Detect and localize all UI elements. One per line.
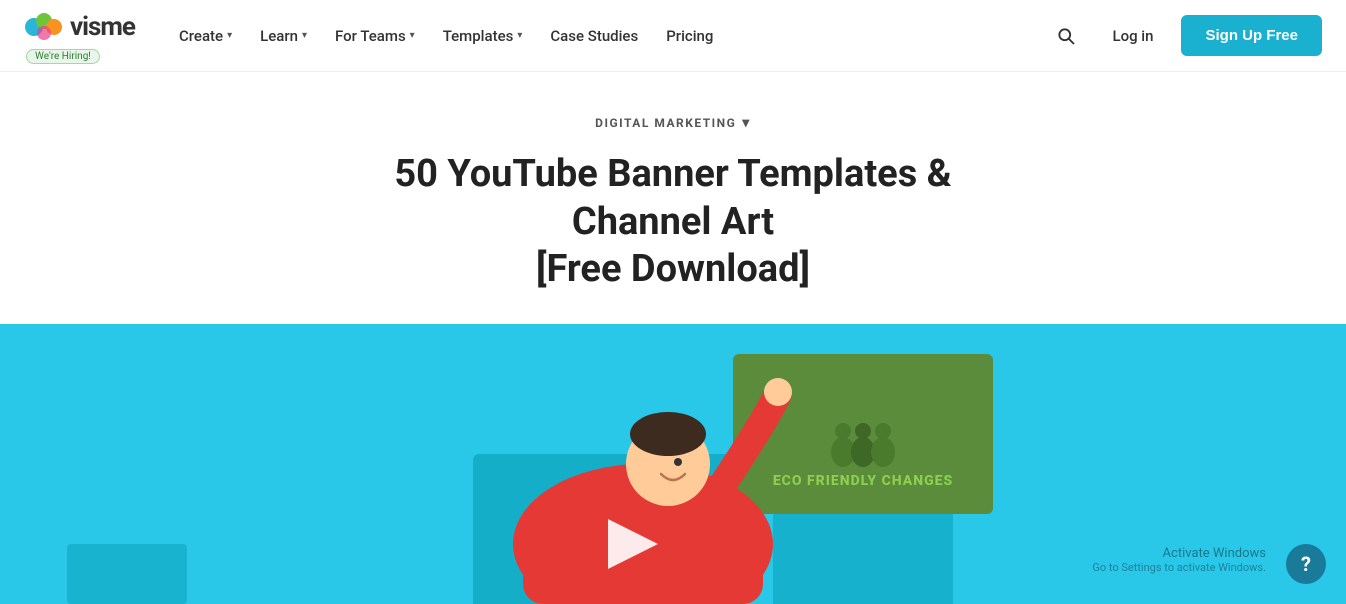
nav-learn[interactable]: Learn ▾ — [248, 19, 319, 53]
activate-windows-notice: Activate Windows Go to Settings to activ… — [1092, 546, 1266, 574]
nav-create[interactable]: Create ▾ — [167, 19, 244, 53]
hiring-badge[interactable]: We're Hiring! — [26, 49, 100, 64]
crowd-silhouette — [823, 387, 903, 467]
logo-icon — [24, 7, 64, 47]
search-button[interactable] — [1048, 18, 1084, 54]
search-icon — [1056, 26, 1076, 46]
logo-text: visme — [70, 12, 135, 42]
nav-templates[interactable]: Templates ▾ — [431, 19, 535, 53]
nav-case-studies[interactable]: Case Studies — [538, 19, 650, 53]
nav-pricing[interactable]: Pricing — [654, 19, 725, 53]
logo[interactable]: visme — [24, 7, 135, 47]
help-button[interactable]: ? — [1286, 544, 1326, 584]
nav-for-teams[interactable]: For Teams ▾ — [323, 19, 427, 53]
illustration-section: ECO FRIENDLY CHANGES Activate Windows — [0, 324, 1346, 604]
deco-rect-bottom-left — [67, 544, 187, 604]
person-svg — [493, 344, 793, 604]
category-arrow-icon: ▾ — [742, 115, 751, 131]
category-label[interactable]: DIGITAL MARKETING ▾ — [595, 115, 751, 131]
for-teams-chevron-icon: ▾ — [410, 30, 415, 41]
nav-right: Log in Sign Up Free — [1048, 15, 1322, 56]
red-person-illustration — [493, 344, 793, 604]
logo-area: visme We're Hiring! — [24, 7, 135, 64]
learn-chevron-icon: ▾ — [302, 30, 307, 41]
hero-section: DIGITAL MARKETING ▾ 50 YouTube Banner Te… — [0, 72, 1346, 324]
create-chevron-icon: ▾ — [227, 30, 232, 41]
login-button[interactable]: Log in — [1100, 19, 1165, 53]
signup-button[interactable]: Sign Up Free — [1181, 15, 1322, 56]
templates-chevron-icon: ▾ — [517, 30, 522, 41]
nav-links: Create ▾ Learn ▾ For Teams ▾ Templates ▾… — [167, 19, 1049, 53]
navbar: visme We're Hiring! Create ▾ Learn ▾ For… — [0, 0, 1346, 72]
hero-title: 50 YouTube Banner Templates & Channel Ar… — [323, 151, 1023, 294]
